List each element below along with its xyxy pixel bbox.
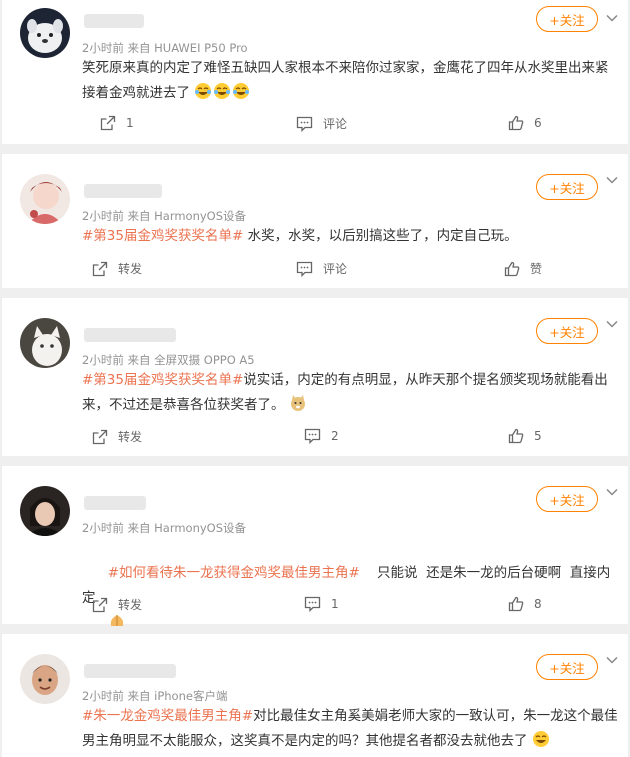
username-blurred[interactable] (84, 14, 144, 28)
share-icon (92, 429, 108, 444)
avatar[interactable] (20, 318, 70, 368)
laugh-cry-emoji-icon (195, 83, 212, 99)
post-meta: 2小时前 来自 HarmonyOS设备 (82, 209, 247, 223)
thumbs-up-icon (508, 428, 524, 444)
hashtag-link[interactable]: #第35届金鸡奖获奖名单# (82, 372, 243, 388)
like-button[interactable]: 6 (508, 115, 542, 131)
comment-button[interactable]: 评论 (296, 260, 347, 277)
follow-button[interactable]: +关注 (536, 318, 598, 344)
avatar[interactable] (20, 174, 70, 224)
avatar[interactable] (20, 8, 70, 58)
post-meta: 2小时前 来自 iPhone客户端 (82, 689, 228, 703)
comment-button[interactable]: 1 (304, 596, 339, 612)
post-meta: 2小时前 来自 HUAWEI P50 Pro (82, 41, 248, 55)
username-blurred[interactable] (84, 496, 146, 510)
username-blurred[interactable] (84, 184, 162, 198)
share-icon (100, 115, 116, 131)
share-label: 转发 (118, 430, 143, 444)
comment-text: #朱一龙金鸡奖最佳男主角#对比最佳女主角奚美娟老师大家的一致认可，朱一龙这个最佳… (82, 704, 618, 754)
comment-card: +关注 2小时前 来自 HarmonyOS设备 #如何看待朱一龙获得金鸡奖最佳男… (2, 466, 628, 626)
comment-button[interactable]: 2 (304, 428, 339, 444)
comment-icon (304, 428, 321, 444)
comment-card: +关注 2小时前 来自 HarmonyOS设备 #第35届金鸡奖获奖名单# 水奖… (2, 154, 628, 288)
follow-button[interactable]: +关注 (536, 486, 598, 512)
thumbs-up-icon (508, 115, 524, 131)
hashtag-link[interactable]: #朱一龙金鸡奖最佳男主角# (82, 708, 253, 724)
thumbs-up-icon (508, 596, 524, 612)
avatar[interactable] (20, 654, 70, 704)
username-blurred[interactable] (84, 664, 176, 678)
doge-emoji-icon (290, 395, 305, 411)
fist-salute-emoji-icon (110, 615, 123, 626)
comment-card: +关注 2小时前 来自 HUAWEI P50 Pro 笑死原来真的内定了难怪五缺… (2, 0, 628, 144)
hashtag-link[interactable]: #第35届金鸡奖获奖名单# (82, 228, 243, 244)
like-count: 6 (534, 116, 542, 130)
avatar[interactable] (20, 486, 70, 536)
follow-button[interactable]: +关注 (536, 174, 598, 200)
laugh-cry-emoji-icon (214, 83, 231, 99)
like-button[interactable]: 赞 (504, 260, 542, 277)
share-icon (92, 597, 108, 612)
emoji-group (190, 83, 251, 101)
comment-icon (296, 116, 313, 132)
share-label: 转发 (118, 598, 143, 612)
post-meta: 2小时前 来自 HarmonyOS设备 (82, 521, 247, 535)
share-label: 转发 (118, 262, 143, 276)
chevron-down-icon[interactable] (606, 176, 618, 184)
chevron-down-icon[interactable] (606, 320, 618, 328)
chevron-down-icon[interactable] (606, 14, 618, 22)
comment-body: 笑死原来真的内定了难怪五缺四人家根本不来陪你过家家，金鹰花了四年从水奖里出来紧接… (82, 60, 609, 101)
comment-icon (296, 261, 313, 277)
comment-icon (304, 596, 321, 612)
like-button[interactable]: 8 (508, 596, 542, 612)
comment-count: 评论 (323, 117, 348, 131)
comment-text: #第35届金鸡奖获奖名单#说实话，内定的有点明显，从昨天那个提名颁奖现场就能看出… (82, 368, 618, 418)
like-count: 8 (534, 597, 542, 611)
comment-count: 1 (331, 597, 339, 611)
follow-button[interactable]: +关注 (536, 6, 598, 32)
username-blurred[interactable] (84, 328, 176, 342)
follow-button[interactable]: +关注 (536, 654, 598, 680)
comment-feed: +关注 2小时前 来自 HUAWEI P50 Pro 笑死原来真的内定了难怪五缺… (0, 0, 630, 757)
hashtag-link[interactable]: #如何看待朱一龙获得金鸡奖最佳男主角# (108, 565, 360, 581)
share-button[interactable]: 1 (100, 115, 134, 131)
comment-label: 评论 (323, 262, 348, 276)
comment-card: +关注 2小时前 来自 全屏双摄 OPPO A5 #第35届金鸡奖获奖名单#说实… (2, 298, 628, 456)
like-button[interactable]: 5 (508, 428, 542, 444)
comment-text: 笑死原来真的内定了难怪五缺四人家根本不来陪你过家家，金鹰花了四年从水奖里出来紧接… (82, 56, 618, 106)
chevron-down-icon[interactable] (606, 656, 618, 664)
comment-count: 2 (331, 429, 339, 443)
like-count: 5 (534, 429, 542, 443)
share-button[interactable]: 转发 (92, 596, 142, 613)
share-icon (92, 261, 108, 276)
share-button[interactable]: 转发 (92, 260, 142, 277)
comment-card: +关注 2小时前 来自 iPhone客户端 #朱一龙金鸡奖最佳男主角#对比最佳女… (2, 634, 628, 757)
share-count: 1 (126, 116, 134, 130)
post-meta: 2小时前 来自 全屏双摄 OPPO A5 (82, 353, 255, 367)
comment-body: 水奖，水奖，以后别搞这些了，内定自己玩。 (243, 228, 518, 244)
laughing-emoji-icon (532, 731, 549, 747)
comment-button[interactable]: 评论 (296, 115, 347, 132)
comment-text: #第35届金鸡奖获奖名单# 水奖，水奖，以后别搞这些了，内定自己玩。 (82, 224, 618, 249)
thumbs-up-icon (504, 261, 520, 276)
chevron-down-icon[interactable] (606, 488, 618, 496)
laugh-cry-emoji-icon (233, 83, 250, 99)
like-label: 赞 (530, 262, 543, 276)
share-button[interactable]: 转发 (92, 428, 142, 445)
